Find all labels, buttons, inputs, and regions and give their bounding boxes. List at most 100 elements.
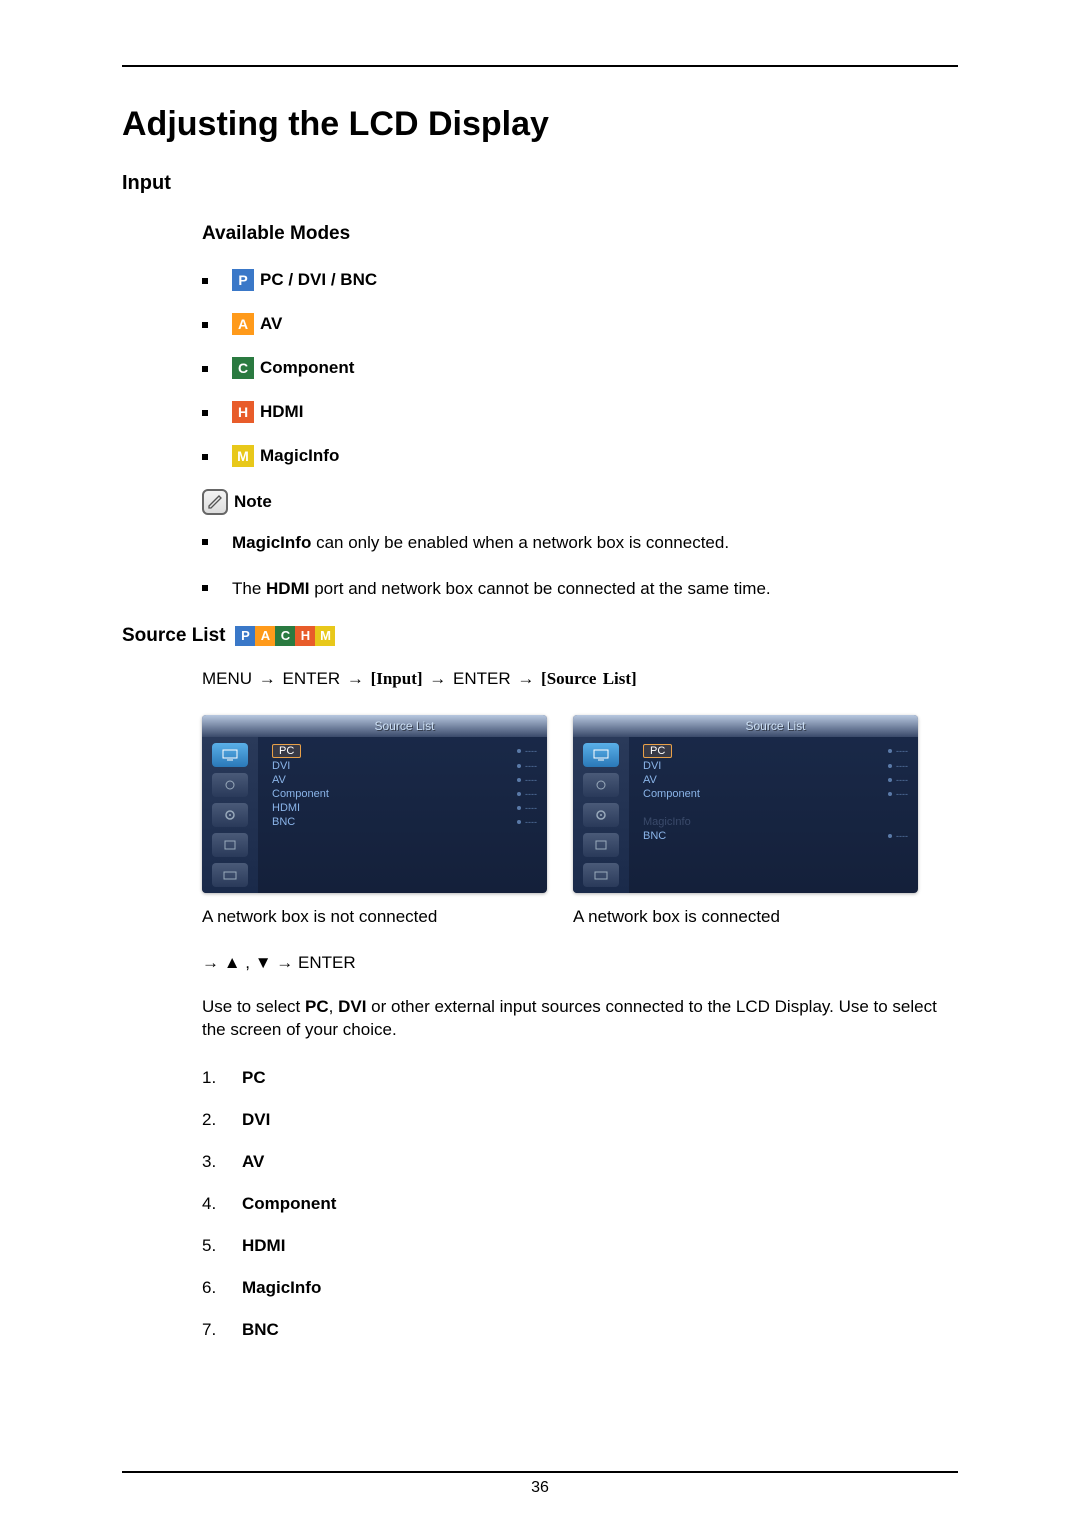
- list-item: Component: [202, 1194, 958, 1214]
- list-item-label: HDMI: [242, 1236, 285, 1256]
- menu-path-seg2: → ENTER →: [423, 669, 542, 688]
- body-mid1: ,: [329, 997, 338, 1016]
- osd-row-name: AV: [643, 774, 657, 786]
- mode-item-hdmi: H HDMI: [202, 401, 958, 423]
- note-item-1: MagicInfo can only be enabled when a net…: [202, 531, 958, 555]
- osd-row: PC----: [272, 743, 537, 759]
- osd-row-name: MagicInfo: [643, 816, 691, 828]
- list-item-label: MagicInfo: [242, 1278, 321, 1298]
- osd-row: BNC ----: [643, 829, 908, 843]
- osd-row-value: ----: [888, 788, 908, 800]
- osd-panel-right: Source List PC----DVI----AV----Component…: [573, 715, 918, 893]
- bullet-icon: [202, 454, 208, 460]
- list-item: BNC: [202, 1320, 958, 1340]
- page-title: Adjusting the LCD Display: [122, 105, 958, 144]
- osd-row-value: ----: [517, 788, 537, 800]
- osd-shot-left: Source List PC----DVI----AV----Component…: [202, 715, 547, 893]
- menu-path: MENU → ENTER → [Input] → ENTER → [Source…: [202, 669, 958, 689]
- mode-a-label: AV: [260, 314, 282, 334]
- osd-right-title: Source List: [573, 715, 918, 737]
- mode-item-magicinfo: M MagicInfo: [202, 445, 958, 467]
- mode-m-icon: M: [232, 445, 254, 467]
- list-item-label: Component: [242, 1194, 336, 1214]
- body-bold-dvi: DVI: [338, 997, 366, 1016]
- osd-row-value: ----: [888, 774, 908, 786]
- menu-path-seg1: MENU → ENTER →: [202, 669, 371, 688]
- osd-row-value: ----: [888, 830, 908, 842]
- available-modes-heading: Available Modes: [202, 223, 958, 245]
- osd-row-name: HDMI: [272, 802, 300, 814]
- osd-row: PC----: [643, 743, 908, 759]
- bullet-icon: [202, 322, 208, 328]
- osd-row-name: Component: [643, 788, 700, 800]
- osd-row: AV ----: [643, 773, 908, 787]
- list-item-label: BNC: [242, 1320, 279, 1340]
- osd-shot-right: Source List PC----DVI----AV----Component…: [573, 715, 918, 893]
- osd-row: [643, 801, 908, 815]
- badge-h-icon: H: [295, 626, 315, 646]
- osd-left-sidebar: [202, 737, 258, 893]
- list-item-label: DVI: [242, 1110, 270, 1130]
- note-heading-row: Note: [202, 489, 958, 515]
- mode-m-label: MagicInfo: [260, 446, 339, 466]
- body-paragraph: Use to select PC, DVI or other external …: [202, 995, 958, 1043]
- mode-h-icon: H: [232, 401, 254, 423]
- mode-item-component: C Component: [202, 357, 958, 379]
- osd-left-list: PC----DVI----AV----Component----HDMI----…: [258, 737, 547, 893]
- osd-left-title: Source List: [202, 715, 547, 737]
- list-item: AV: [202, 1152, 958, 1172]
- osd-right-list: PC----DVI----AV----Component----MagicInf…: [629, 737, 918, 893]
- osd-panel-left: Source List PC----DVI----AV----Component…: [202, 715, 547, 893]
- list-item: PC: [202, 1068, 958, 1088]
- osd-side-icon: [583, 833, 619, 857]
- osd-row-name: DVI: [272, 760, 290, 772]
- available-modes-list: P PC / DVI / BNC A AV C Component H HDMI…: [202, 269, 958, 467]
- note-2-text: port and network box cannot be connected…: [309, 579, 770, 598]
- osd-side-icon: [212, 863, 248, 887]
- bullet-icon: [202, 539, 208, 545]
- page-number: 36: [122, 1471, 958, 1497]
- osd-row-value: ----: [517, 760, 537, 772]
- navigation-sequence: → ▲ , ▼ → ENTER: [202, 953, 958, 973]
- osd-side-icon: [212, 773, 248, 797]
- page-footer: 36: [122, 1451, 958, 1497]
- osd-row-name: Component: [272, 788, 329, 800]
- mode-item-av: A AV: [202, 313, 958, 335]
- osd-row-value: ----: [517, 816, 537, 828]
- osd-row-name: BNC: [643, 830, 666, 842]
- source-list-badges: P A C H M: [235, 626, 335, 646]
- osd-screenshots-row: Source List PC----DVI----AV----Component…: [202, 715, 958, 893]
- mode-p-icon: P: [232, 269, 254, 291]
- mode-c-icon: C: [232, 357, 254, 379]
- osd-row-name: PC: [643, 744, 672, 758]
- osd-row: DVI ----: [272, 759, 537, 773]
- mode-h-label: HDMI: [260, 402, 303, 422]
- notes-list: MagicInfo can only be enabled when a net…: [202, 531, 958, 601]
- bullet-icon: [202, 366, 208, 372]
- mode-a-icon: A: [232, 313, 254, 335]
- note-item-2: The HDMI port and network box cannot be …: [202, 577, 958, 601]
- top-horizontal-rule: [122, 65, 958, 67]
- osd-right-sidebar: [573, 737, 629, 893]
- osd-side-icon: [212, 833, 248, 857]
- note-2-bold: HDMI: [266, 579, 309, 598]
- bullet-icon: [202, 585, 208, 591]
- note-icon: [202, 489, 228, 515]
- note-1-text: can only be enabled when a network box i…: [311, 533, 729, 552]
- osd-row: AV----: [272, 773, 537, 787]
- osd-row: BNC ----: [272, 815, 537, 829]
- osd-side-icon: [583, 743, 619, 767]
- bullet-icon: [202, 410, 208, 416]
- badge-a-icon: A: [255, 626, 275, 646]
- source-list-heading-row: Source List P A C H M: [122, 625, 958, 647]
- osd-captions-row: A network box is not connected A network…: [202, 907, 958, 953]
- osd-side-icon: [583, 803, 619, 827]
- osd-row: Component ----: [643, 787, 908, 801]
- mode-item-pc: P PC / DVI / BNC: [202, 269, 958, 291]
- osd-row: HDMI----: [272, 801, 537, 815]
- osd-row-name: BNC: [272, 816, 295, 828]
- osd-row-name: AV: [272, 774, 286, 786]
- note-label: Note: [234, 492, 272, 512]
- menu-path-sourcelist: [Source List]: [541, 669, 637, 688]
- osd-row-name: PC: [272, 744, 301, 758]
